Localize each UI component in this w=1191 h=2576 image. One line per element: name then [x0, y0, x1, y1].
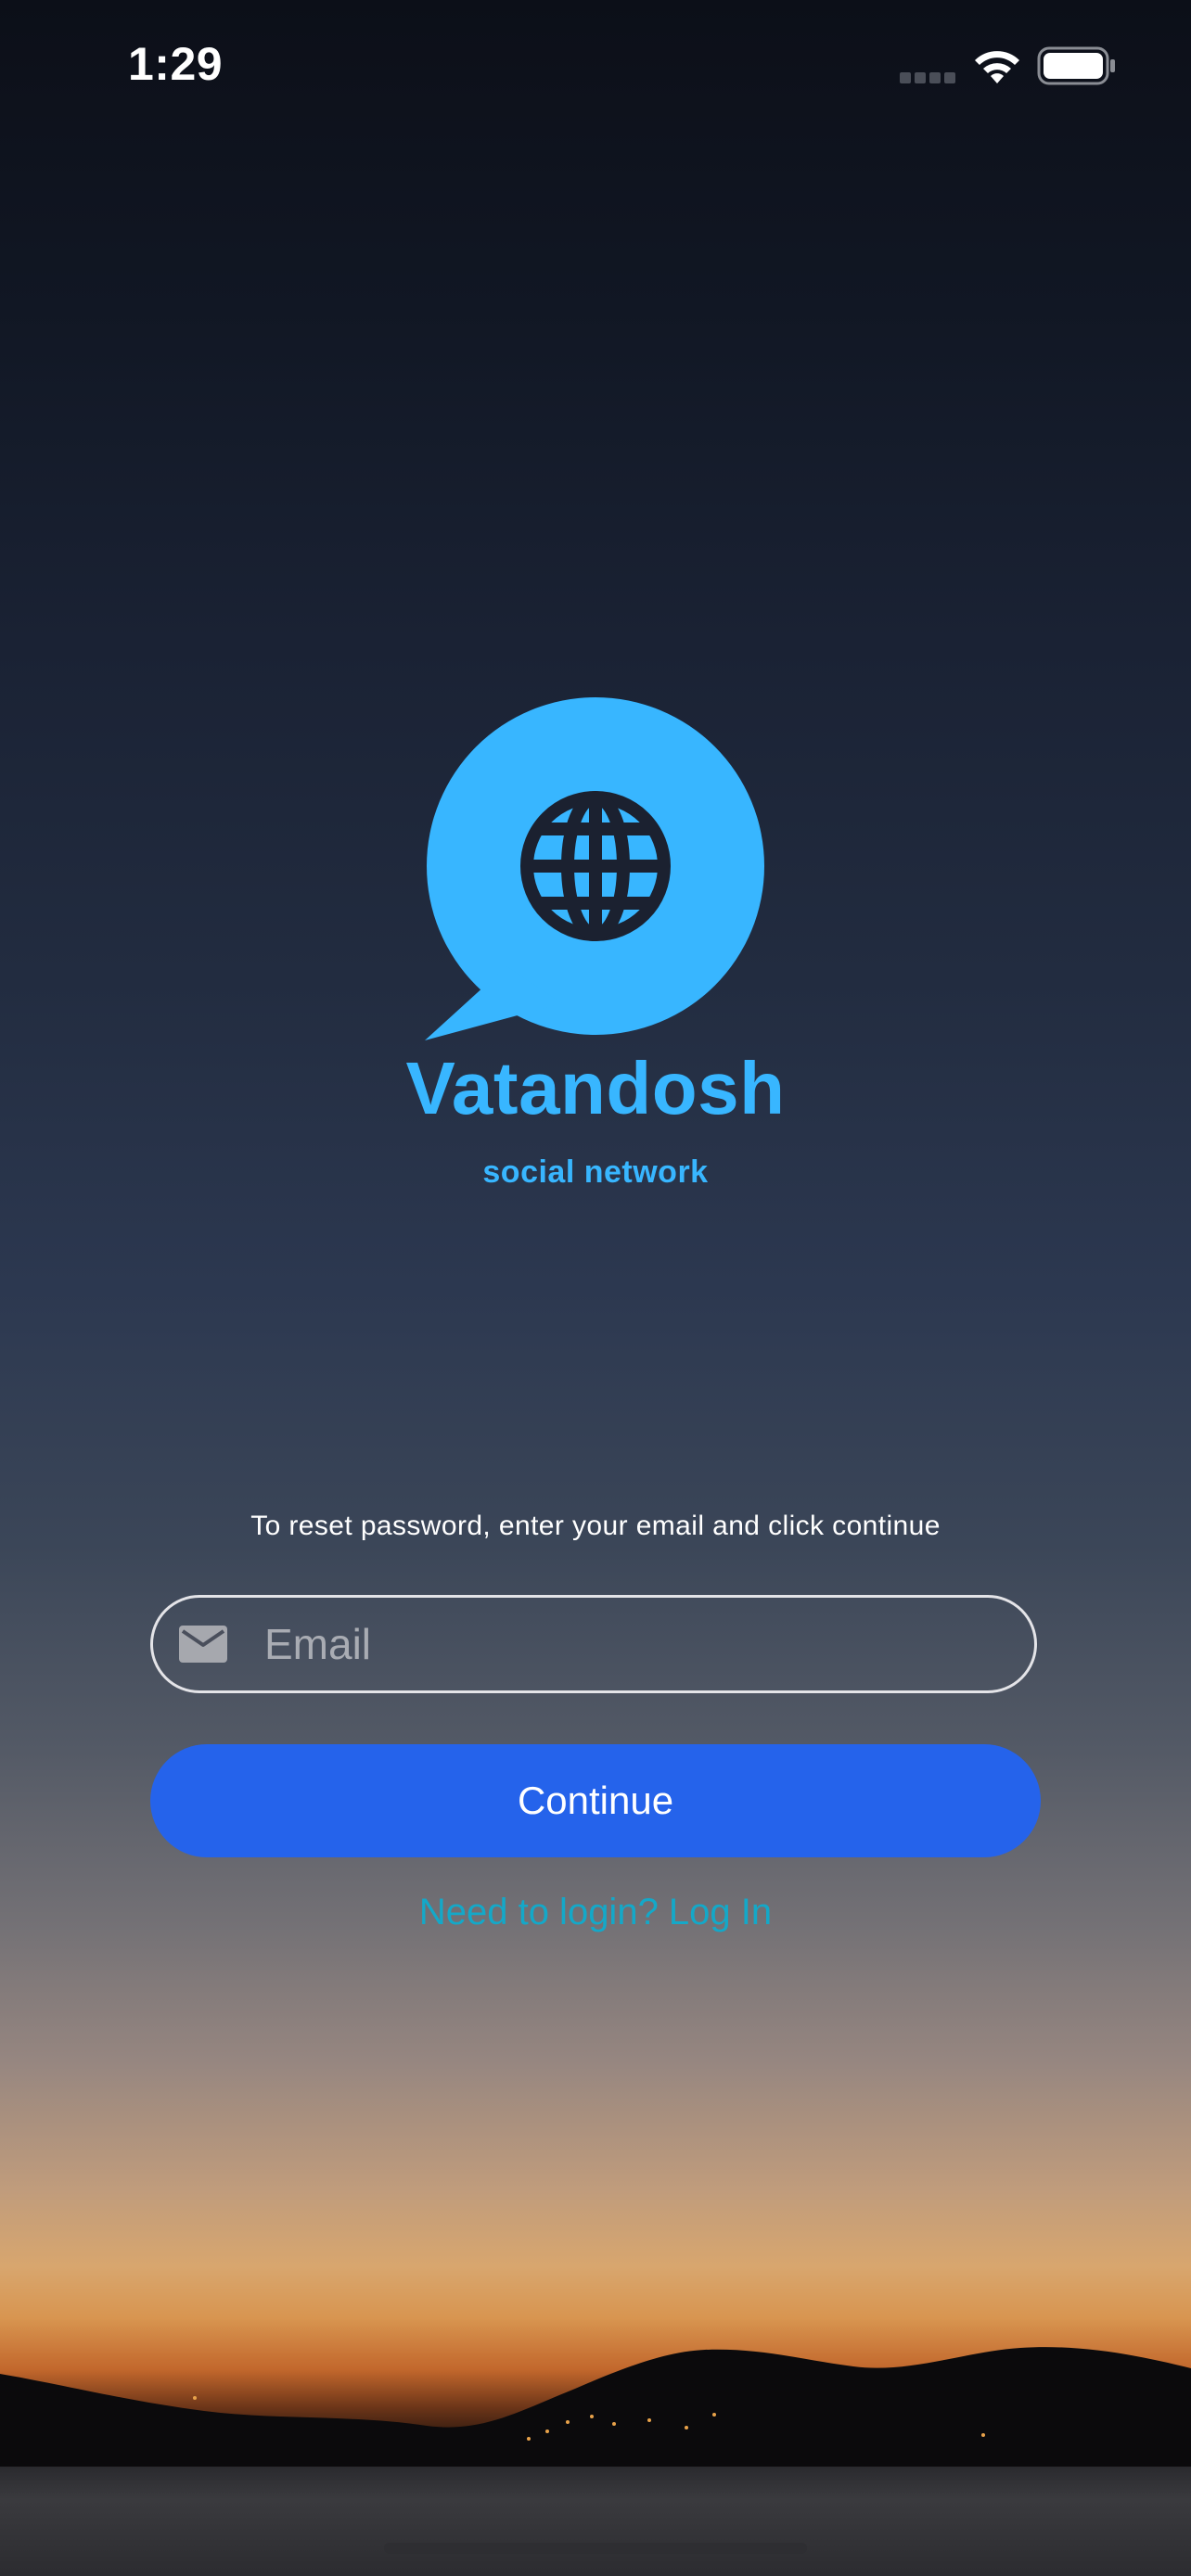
battery-icon — [1037, 46, 1115, 85]
email-field[interactable] — [150, 1595, 1037, 1693]
home-indicator[interactable] — [384, 2543, 807, 2554]
cellular-signal-icon — [900, 72, 955, 83]
email-input[interactable] — [264, 1598, 1006, 1690]
hills-silhouette — [0, 2347, 1191, 2485]
brand-tagline: social network — [482, 1154, 709, 1190]
status-bar: 1:29 — [0, 0, 1191, 130]
mail-icon — [179, 1626, 227, 1663]
status-time: 1:29 — [128, 38, 224, 90]
water-reflection — [0, 2467, 1191, 2576]
vatandosh-logo-icon — [425, 697, 764, 1040]
reset-instruction: To reset password, enter your email and … — [250, 1511, 941, 1541]
wifi-icon — [975, 51, 1019, 83]
brand-name: Vatandosh — [405, 1047, 786, 1129]
continue-button[interactable]: Continue — [150, 1744, 1041, 1857]
login-link[interactable]: Need to login? Log In — [0, 1892, 1191, 1933]
